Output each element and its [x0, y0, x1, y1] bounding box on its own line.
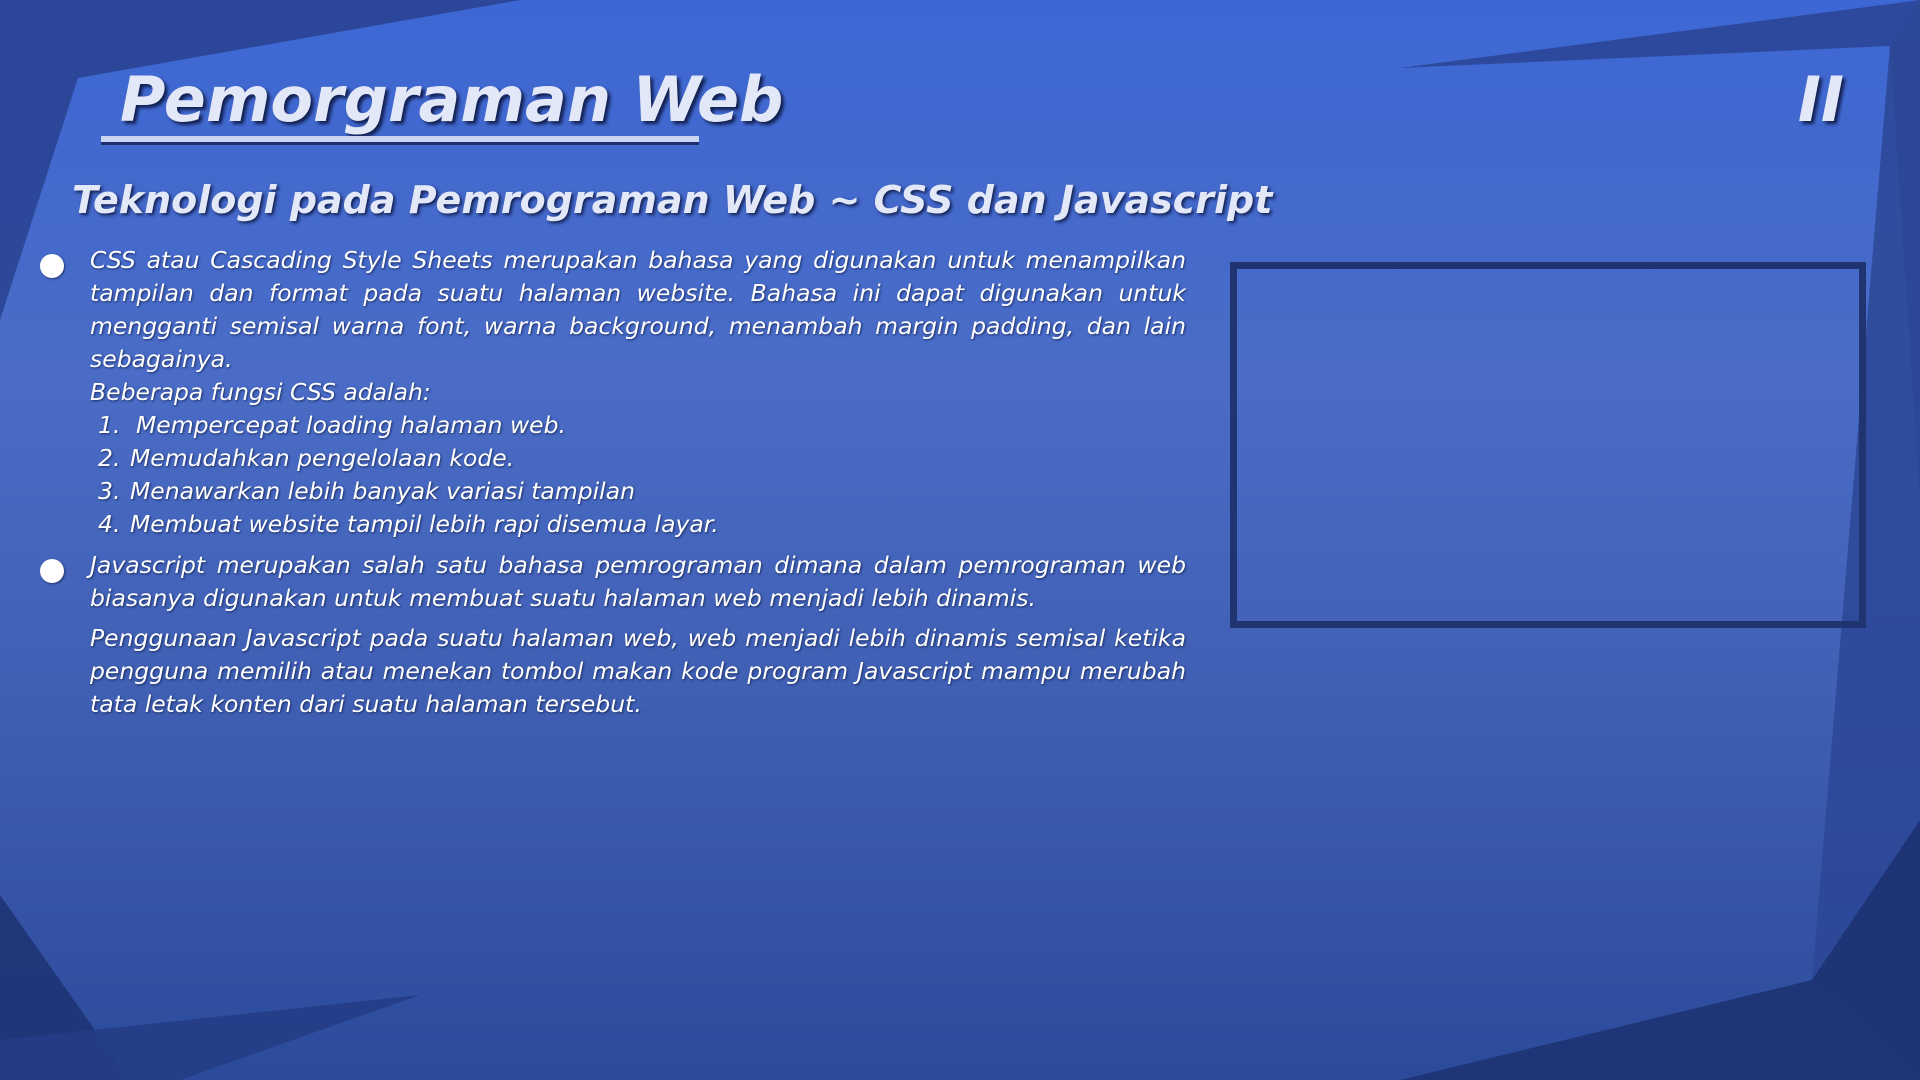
list-item-text: Memudahkan pengelolaan kode.	[130, 444, 515, 472]
javascript-description: Javascript merupakan salah satu bahasa p…	[90, 551, 1186, 612]
list-item-text: Membuat website tampil lebih rapi disemu…	[130, 510, 719, 538]
list-item: 2. Memudahkan pengelolaan kode.	[90, 442, 1186, 475]
list-item: 1. Mempercepat loading halaman web.	[90, 409, 1186, 442]
javascript-usage: Penggunaan Javascript pada suatu halaman…	[90, 624, 1186, 718]
bullet-dot-icon	[40, 559, 64, 583]
slide-content: CSS atau Cascading Style Sheets merupaka…	[36, 244, 1186, 721]
list-item: 4. Membuat website tampil lebih rapi dis…	[90, 508, 1186, 541]
list-item-text: Menawarkan lebih banyak variasi tampilan	[130, 477, 635, 505]
bullet-dot-icon	[40, 254, 64, 278]
list-item: 3. Menawarkan lebih banyak variasi tampi…	[90, 475, 1186, 508]
list-item-number: 1.	[98, 411, 121, 439]
image-placeholder-frame	[1230, 262, 1866, 628]
list-item-number: 2.	[98, 444, 121, 472]
list-item-number: 4.	[98, 510, 121, 538]
list-item-text: Mempercepat loading halaman web.	[136, 411, 567, 439]
slide-subtitle: Teknologi pada Pemrograman Web ~ CSS dan…	[72, 178, 1273, 222]
title-underline	[101, 136, 699, 145]
bullet-css: CSS atau Cascading Style Sheets merupaka…	[36, 244, 1186, 541]
css-functions-list: 1. Mempercepat loading halaman web. 2. M…	[90, 409, 1186, 541]
page-number: II	[1797, 63, 1844, 136]
css-description: CSS atau Cascading Style Sheets merupaka…	[90, 246, 1186, 373]
bullet-javascript: Javascript merupakan salah satu bahasa p…	[36, 549, 1186, 721]
css-functions-intro: Beberapa fungsi CSS adalah:	[90, 378, 431, 406]
list-item-number: 3.	[98, 477, 121, 505]
slide-title: Pemorgraman Web	[120, 63, 784, 136]
